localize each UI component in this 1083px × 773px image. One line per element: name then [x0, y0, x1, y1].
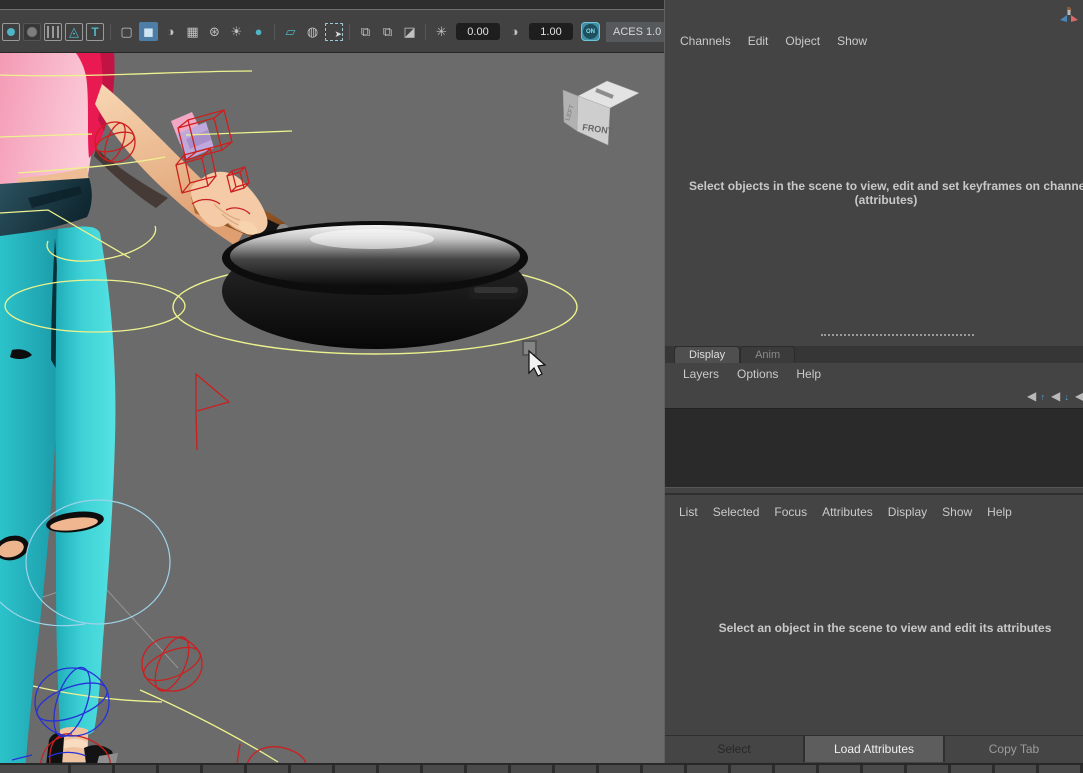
viewcube[interactable]: FRONT LEFT: [563, 81, 639, 145]
shadows-icon[interactable]: ▱: [281, 22, 300, 41]
select-button[interactable]: Select: [665, 736, 803, 762]
viewport-3d[interactable]: FRONT LEFT: [0, 53, 664, 763]
menu-help-layers[interactable]: Help: [796, 367, 821, 381]
marquee-select-icon[interactable]: ➤: [325, 23, 343, 41]
isolate-select-icon[interactable]: ⧉: [356, 22, 375, 41]
isolate-add-icon[interactable]: ⧉: [378, 22, 397, 41]
menu-focus[interactable]: Focus: [774, 505, 807, 519]
layer-glyph: ◀: [1051, 389, 1060, 403]
blue-triangle: [1060, 15, 1067, 22]
stem-shape: [1068, 10, 1071, 15]
default-material-icon[interactable]: ●: [249, 22, 268, 41]
on-label: ON: [583, 24, 598, 39]
teal-dot: [7, 28, 15, 36]
copy-tab-button[interactable]: Copy Tab: [945, 736, 1083, 762]
dashed-pattern: [47, 26, 59, 38]
menu-show[interactable]: Show: [837, 34, 867, 48]
grey-dot: [27, 27, 37, 37]
layer-list[interactable]: [665, 408, 1083, 488]
checker-material-icon[interactable]: ⊛: [205, 22, 224, 41]
exposure-field[interactable]: 0.00: [456, 23, 500, 40]
select-by-object-icon[interactable]: [2, 23, 20, 41]
layer-editor-menubar: Layers Options Help: [665, 363, 1083, 385]
text-tool-icon[interactable]: T: [86, 23, 104, 41]
mouse-cursor: [523, 341, 545, 376]
channel-box-message-line1: Select objects in the scene to view, edi…: [665, 179, 1083, 194]
move-layer-up-icon[interactable]: ◀↑: [1027, 389, 1044, 404]
menu-edit[interactable]: Edit: [748, 34, 769, 48]
select-by-hierarchy-icon[interactable]: [23, 23, 41, 41]
toolbar-separator: [349, 24, 350, 40]
panel-splitter-handle[interactable]: [821, 334, 974, 336]
view-transform-dropdown[interactable]: ACES 1.0 SDR-vi: [606, 22, 664, 42]
layer-editor-tabs: Display Anim: [665, 346, 1083, 363]
tab-display[interactable]: Display: [674, 346, 740, 363]
gamma-icon[interactable]: ◑: [505, 22, 524, 41]
wireframe-display-icon[interactable]: ▢: [117, 22, 136, 41]
menu-list[interactable]: List: [679, 505, 698, 519]
menu-help-ae[interactable]: Help: [987, 505, 1012, 519]
menu-selected[interactable]: Selected: [713, 505, 760, 519]
right-sidebar: Channels Edit Object Show Select objects…: [664, 0, 1083, 763]
up-arrow-glyph: ↑: [1041, 390, 1046, 405]
shaded-wireframe-icon[interactable]: ◑: [161, 22, 180, 41]
ambient-occlusion-icon[interactable]: ◍: [303, 22, 322, 41]
image-plane-icon[interactable]: ◬: [65, 23, 83, 41]
time-slider-strip[interactable]: [0, 763, 1083, 773]
toolbar-separator: [274, 24, 275, 40]
down-arrow-glyph: ↓: [1065, 390, 1070, 405]
move-layer-down-icon[interactable]: ◀↓: [1051, 389, 1068, 404]
channel-box-message-line2: (attributes): [665, 193, 1083, 208]
toolbar-separator: [110, 24, 111, 40]
shaded-display-icon[interactable]: ◼: [139, 22, 158, 41]
gamma-field[interactable]: 1.00: [529, 23, 573, 40]
tab-anim[interactable]: Anim: [740, 346, 795, 363]
select-by-component-icon[interactable]: [44, 23, 62, 41]
use-all-lights-icon[interactable]: ☀: [227, 22, 246, 41]
menu-options[interactable]: Options: [737, 367, 778, 381]
exposure-icon[interactable]: ✳: [432, 22, 451, 41]
color-management-toggle[interactable]: ON: [581, 22, 600, 41]
frying-pan[interactable]: [222, 221, 528, 349]
attribute-editor-menubar: List Selected Focus Attributes Display S…: [665, 498, 1083, 526]
toolbar-separator: [425, 24, 426, 40]
greasepencil-icon[interactable]: ◪: [400, 22, 419, 41]
load-attributes-button[interactable]: Load Attributes: [805, 736, 943, 762]
viewport-toolbar: ◬ T ▢ ◼ ◑ ▦ ⊛ ☀ ● ▱ ◍ ➤ ⧉ ⧉ ◪ ✳ 0.00 ◑ 1…: [0, 11, 664, 53]
menu-layers[interactable]: Layers: [683, 367, 719, 381]
scene-svg: FRONT LEFT: [0, 53, 664, 763]
left-leg: [0, 229, 60, 763]
layer-glyph: ◀: [1027, 389, 1036, 403]
workspace-control-icon[interactable]: [1057, 4, 1081, 28]
menu-show-ae[interactable]: Show: [942, 505, 972, 519]
maya-window: s ◬ T ▢ ◼ ◑ ▦ ⊛ ☀ ● ▱ ◍ ➤ ⧉ ⧉ ◪ ✳ 0.00 ◑…: [0, 0, 1083, 773]
menu-attributes[interactable]: Attributes: [822, 505, 873, 519]
layer-glyph: ◀: [1075, 389, 1083, 403]
attribute-editor-message: Select an object in the scene to view an…: [665, 621, 1083, 636]
red-triangle: [1071, 15, 1078, 22]
menu-display-ae[interactable]: Display: [888, 505, 927, 519]
layer-extra-icon[interactable]: ◀: [1075, 389, 1083, 404]
section-separator: [665, 493, 1083, 495]
attribute-editor-buttons: Select Load Attributes Copy Tab: [665, 735, 1083, 762]
layer-editor-toolbar: ◀↑ ◀↓ ◀: [665, 386, 1083, 407]
cursor-arrow-glyph: ➤: [334, 29, 342, 40]
menu-channels[interactable]: Channels: [680, 34, 731, 48]
right-leg: [56, 226, 116, 736]
menu-object[interactable]: Object: [785, 34, 820, 48]
channel-box-menubar: Channels Edit Object Show: [665, 28, 1083, 54]
textured-display-icon[interactable]: ▦: [183, 22, 202, 41]
